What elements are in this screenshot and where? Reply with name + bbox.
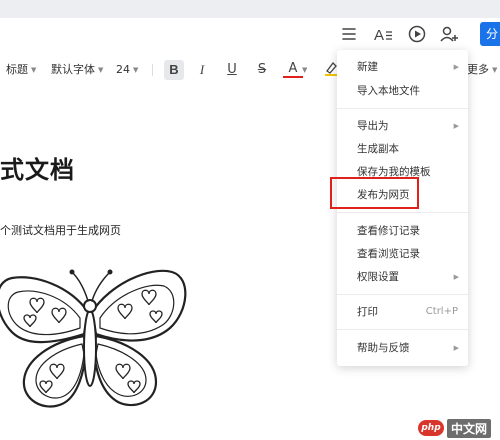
- font-color-chevron-icon[interactable]: ▼: [302, 62, 307, 78]
- annotation-highlight-box: [330, 177, 419, 209]
- menu-item-label: 查看浏览记录: [357, 248, 420, 260]
- menu-item-export-as[interactable]: 导出为 ▶: [337, 115, 468, 137]
- watermark: php 中文网: [418, 418, 492, 438]
- style-select-value: 标题: [6, 63, 28, 76]
- menu-divider: [337, 212, 468, 213]
- print-shortcut: Ctrl+P: [425, 306, 458, 317]
- font-family-select[interactable]: 默认字体 ▼: [51, 62, 103, 78]
- menu-divider: [337, 294, 468, 295]
- chevron-down-icon: ▼: [133, 66, 139, 74]
- menu-divider: [337, 108, 468, 109]
- app-header: A 分: [0, 18, 500, 50]
- style-select[interactable]: 标题 ▼: [6, 62, 36, 78]
- browser-top-strip: [0, 0, 500, 18]
- menu-item-label: 导出为: [357, 120, 389, 132]
- menu-item-make-copy[interactable]: 生成副本: [337, 138, 468, 160]
- menu-icon[interactable]: [338, 23, 360, 45]
- menu-item-print[interactable]: 打印 Ctrl+P: [337, 301, 468, 323]
- toolbar-divider: [152, 64, 153, 76]
- menu-item-permission-settings[interactable]: 权限设置 ▶: [337, 266, 468, 288]
- watermark-logo: php: [418, 420, 444, 436]
- strikethrough-button[interactable]: S: [252, 60, 272, 80]
- menu-item-label: 新建: [357, 61, 378, 73]
- font-size-value: 24: [116, 63, 130, 76]
- chevron-down-icon: ▼: [31, 66, 37, 74]
- menu-item-new[interactable]: 新建 ▶: [337, 56, 468, 78]
- document-title[interactable]: 式文档: [0, 150, 75, 185]
- bold-button[interactable]: B: [164, 60, 184, 80]
- more-button[interactable]: 更多 ▼: [467, 62, 497, 78]
- svg-text:A: A: [374, 27, 384, 44]
- document-body-text[interactable]: 个测试文档用于生成网页: [0, 222, 121, 238]
- add-collaborator-icon[interactable]: [438, 23, 460, 45]
- menu-item-import-local-file[interactable]: 导入本地文件: [337, 80, 468, 102]
- font-select-value: 默认字体: [51, 63, 95, 76]
- menu-divider: [337, 329, 468, 330]
- menu-item-label: 查看修订记录: [357, 225, 420, 237]
- font-color-button[interactable]: A: [283, 60, 303, 78]
- menu-item-view-browsing-history[interactable]: 查看浏览记录: [337, 243, 468, 265]
- menu-item-label: 导入本地文件: [357, 85, 420, 97]
- menu-item-help-feedback[interactable]: 帮助与反馈 ▶: [337, 337, 468, 359]
- italic-button[interactable]: I: [192, 60, 212, 80]
- chevron-down-icon: ▼: [492, 66, 498, 74]
- chevron-right-icon: ▶: [453, 273, 459, 281]
- underline-button[interactable]: U: [222, 60, 242, 80]
- font-size-select[interactable]: 24 ▼: [116, 62, 138, 78]
- side-panel-chip: [468, 24, 500, 50]
- watermark-text: 中文网: [447, 418, 492, 438]
- chevron-right-icon: ▶: [453, 122, 459, 130]
- text-format-icon[interactable]: A: [372, 23, 394, 45]
- chevron-right-icon: ▶: [453, 63, 459, 71]
- more-label: 更多: [467, 63, 489, 76]
- butterfly-image[interactable]: [0, 264, 190, 414]
- menu-item-label: 生成副本: [357, 143, 399, 155]
- chevron-right-icon: ▶: [453, 344, 459, 352]
- menu-item-label: 权限设置: [357, 271, 399, 283]
- menu-item-label: 打印: [357, 306, 378, 318]
- menu-item-view-revisions[interactable]: 查看修订记录: [337, 220, 468, 242]
- play-icon[interactable]: [406, 23, 428, 45]
- chevron-down-icon: ▼: [98, 66, 104, 74]
- menu-item-label: 帮助与反馈: [357, 342, 410, 354]
